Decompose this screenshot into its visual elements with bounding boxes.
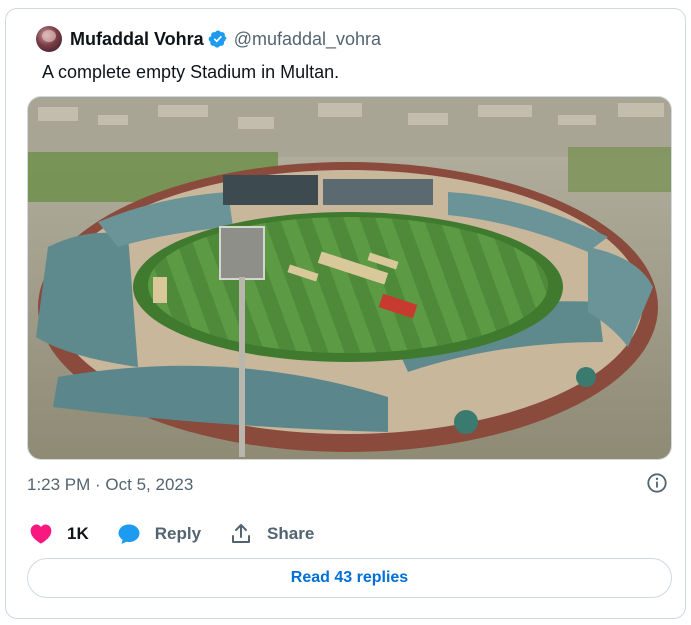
tweet-header: Mufaddal Vohra @mufaddal_vohra [36, 24, 381, 54]
share-button[interactable]: Share [229, 522, 314, 546]
verified-badge-icon [208, 30, 227, 48]
reply-label: Reply [154, 524, 202, 543]
reply-button[interactable]: Reply [117, 522, 201, 546]
author-handle[interactable]: @mufaddal_vohra [234, 29, 381, 50]
likes-count: 1K [67, 524, 89, 543]
action-bar: 1K Reply Share [29, 520, 342, 548]
tweet-timestamp[interactable]: 1:23 PM · Oct 5, 2023 [27, 475, 193, 495]
like-button[interactable]: 1K [29, 522, 89, 546]
avatar[interactable] [36, 26, 62, 52]
tweet-photo[interactable] [27, 96, 672, 460]
info-icon[interactable] [646, 472, 668, 494]
tweet-text: A complete empty Stadium in Multan. [42, 62, 340, 82]
heart-icon [30, 524, 52, 544]
author-name[interactable]: Mufaddal Vohra [70, 29, 204, 50]
stadium-photo [28, 97, 671, 459]
read-replies-button[interactable]: Read 43 replies [27, 558, 672, 598]
share-label: Share [267, 524, 315, 543]
share-icon [232, 524, 251, 543]
reply-bubble-icon [118, 524, 140, 544]
